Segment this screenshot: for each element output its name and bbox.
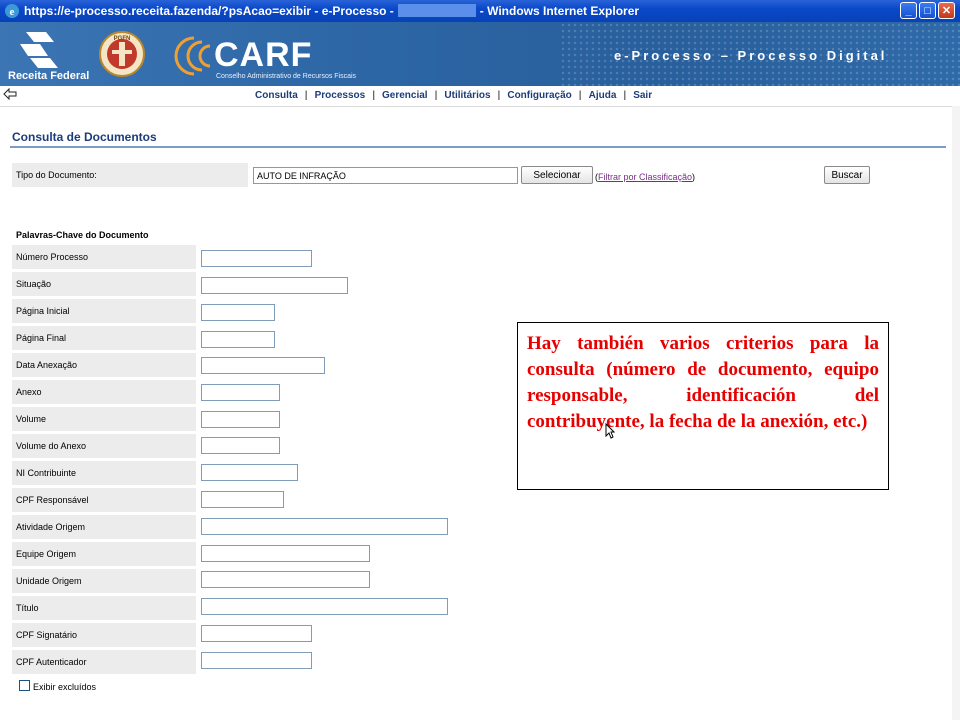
cpf-signatario-input[interactable] xyxy=(201,625,312,642)
menu-item-consulta[interactable]: Consulta xyxy=(248,90,305,101)
title-divider xyxy=(10,146,946,148)
field-label-pagina-final: Página Final xyxy=(16,333,67,343)
exibir-excluidos-label: Exibir excluídos xyxy=(33,682,97,692)
anexo-input[interactable] xyxy=(201,384,280,401)
main-menu: Consulta | Processos | Gerencial | Utilitários… xyxy=(248,90,659,101)
situacao-input[interactable] xyxy=(201,277,348,294)
volume-input[interactable] xyxy=(201,411,280,428)
window-titlebar: e https://e-processo.receita.fazenda/?ps… xyxy=(0,0,960,22)
field-row: CPF Responsável xyxy=(12,488,196,512)
field-row: Situação xyxy=(12,272,196,296)
field-label-cpf-signatario: CPF Signatário xyxy=(16,630,78,640)
field-row: NI Contribuinte xyxy=(12,461,196,485)
field-row: Número Processo xyxy=(12,245,196,269)
cpf-responsavel-input[interactable] xyxy=(201,491,284,508)
tipo-documento-label: Tipo do Documento: xyxy=(16,170,97,180)
annotation-callout: Hay también varios criterios para la con… xyxy=(517,322,889,490)
cpf-autenticador-input[interactable] xyxy=(201,652,312,669)
field-label-cpf-autenticador: CPF Autenticador xyxy=(16,657,87,667)
redacted-block xyxy=(397,4,476,17)
field-row: Equipe Origem xyxy=(12,542,196,566)
selecionar-button[interactable]: Selecionar xyxy=(521,166,593,184)
menu-item-sair[interactable]: Sair xyxy=(626,90,659,101)
field-row: Anexo xyxy=(12,380,196,404)
field-label-numero-processo: Número Processo xyxy=(16,252,89,262)
window-title-suffix: - Windows Internet Explorer xyxy=(479,4,640,18)
mouse-cursor-icon xyxy=(605,423,615,439)
menu-item-gerencial[interactable]: Gerencial xyxy=(375,90,435,101)
titulo-input[interactable] xyxy=(201,598,448,615)
menu-item-configuracao[interactable]: Configuração xyxy=(500,90,578,101)
field-label-anexo: Anexo xyxy=(16,387,42,397)
field-label-pagina-inicial: Página Inicial xyxy=(16,306,70,316)
maximize-button[interactable]: □ xyxy=(919,2,936,19)
field-label-atividade-origem: Atividade Origem xyxy=(16,522,86,532)
field-label-volume: Volume xyxy=(16,414,47,424)
buscar-button[interactable]: Buscar xyxy=(824,166,870,184)
pagina-final-input[interactable] xyxy=(201,331,275,348)
carf-rings-icon xyxy=(174,36,211,76)
field-row: Volume xyxy=(12,407,196,431)
field-label-cpf-responsavel: CPF Responsável xyxy=(16,495,89,505)
section-header-palavras-chave: Palavras-Chave do Documento xyxy=(16,230,149,240)
svg-text:e: e xyxy=(10,6,15,18)
window-title-prefix: https://e-processo.receita.fazenda/?psAc… xyxy=(24,4,394,18)
window-title: https://e-processo.receita.fazenda/?psAc… xyxy=(24,4,639,18)
field-label-unidade-origem: Unidade Origem xyxy=(16,576,82,586)
header-banner: Receita Federal PGFN CARF Conselho Admin… xyxy=(0,22,960,86)
menu-bar: Consulta | Processos | Gerencial | Utilitários… xyxy=(0,86,960,107)
field-label-volume-anexo: Volume do Anexo xyxy=(16,441,87,451)
menu-item-processos[interactable]: Processos xyxy=(308,90,373,101)
field-label-equipe-origem: Equipe Origem xyxy=(16,549,77,559)
unidade-origem-input[interactable] xyxy=(201,571,370,588)
receita-federal-text: Receita Federal xyxy=(8,70,90,82)
numero-processo-input[interactable] xyxy=(201,250,312,267)
carf-subtitle: Conselho Administrativo de Recursos Fisc… xyxy=(216,73,357,80)
atividade-origem-input[interactable] xyxy=(201,518,448,535)
field-row: Título xyxy=(12,596,196,620)
eprocesso-title: e-Processo – Processo Digital xyxy=(614,48,888,63)
field-row: Atividade Origem xyxy=(12,515,196,539)
pagina-inicial-input[interactable] xyxy=(201,304,275,321)
field-row: Data Anexação xyxy=(12,353,196,377)
menu-item-utilitarios[interactable]: Utilitários xyxy=(437,90,497,101)
field-label-titulo: Título xyxy=(16,603,39,613)
callout-text: Hay también varios criterios para la con… xyxy=(527,333,879,432)
equipe-origem-input[interactable] xyxy=(201,545,370,562)
tipo-documento-input[interactable] xyxy=(253,167,518,184)
field-row: Página Final xyxy=(12,326,196,350)
filtro-wrapper: (Filtrar por Classificação) xyxy=(595,172,695,182)
field-row: CPF Signatário xyxy=(12,623,196,647)
field-row: Página Inicial xyxy=(12,299,196,323)
field-label-data-anexacao: Data Anexação xyxy=(16,360,78,370)
menu-item-ajuda[interactable]: Ajuda xyxy=(582,90,624,101)
filtro-close-paren: ) xyxy=(692,172,696,182)
data-anexacao-input[interactable] xyxy=(201,357,325,374)
filtrar-classificacao-link[interactable]: Filtrar por Classificação xyxy=(598,172,692,182)
field-row: Volume do Anexo xyxy=(12,434,196,458)
pgfn-seal-text: PGFN xyxy=(114,36,131,42)
pgfn-seal-icon: PGFN xyxy=(99,31,145,77)
field-row: CPF Autenticador xyxy=(12,650,196,674)
internet-explorer-icon: e xyxy=(5,4,19,18)
volume-anexo-input[interactable] xyxy=(201,437,280,454)
page-title: Consulta de Documentos xyxy=(12,130,157,144)
back-arrow-icon[interactable] xyxy=(3,88,17,100)
field-label-ni-contribuinte: NI Contribuinte xyxy=(16,468,77,478)
carf-title: CARF xyxy=(214,36,313,74)
close-button[interactable]: ✕ xyxy=(938,2,955,19)
exibir-excluidos-checkbox[interactable] xyxy=(19,680,30,691)
ni-contribuinte-input[interactable] xyxy=(201,464,298,481)
field-row: Unidade Origem xyxy=(12,569,196,593)
vertical-scrollbar[interactable] xyxy=(952,106,960,720)
field-label-situacao: Situação xyxy=(16,279,52,289)
minimize-button[interactable]: _ xyxy=(900,2,917,19)
